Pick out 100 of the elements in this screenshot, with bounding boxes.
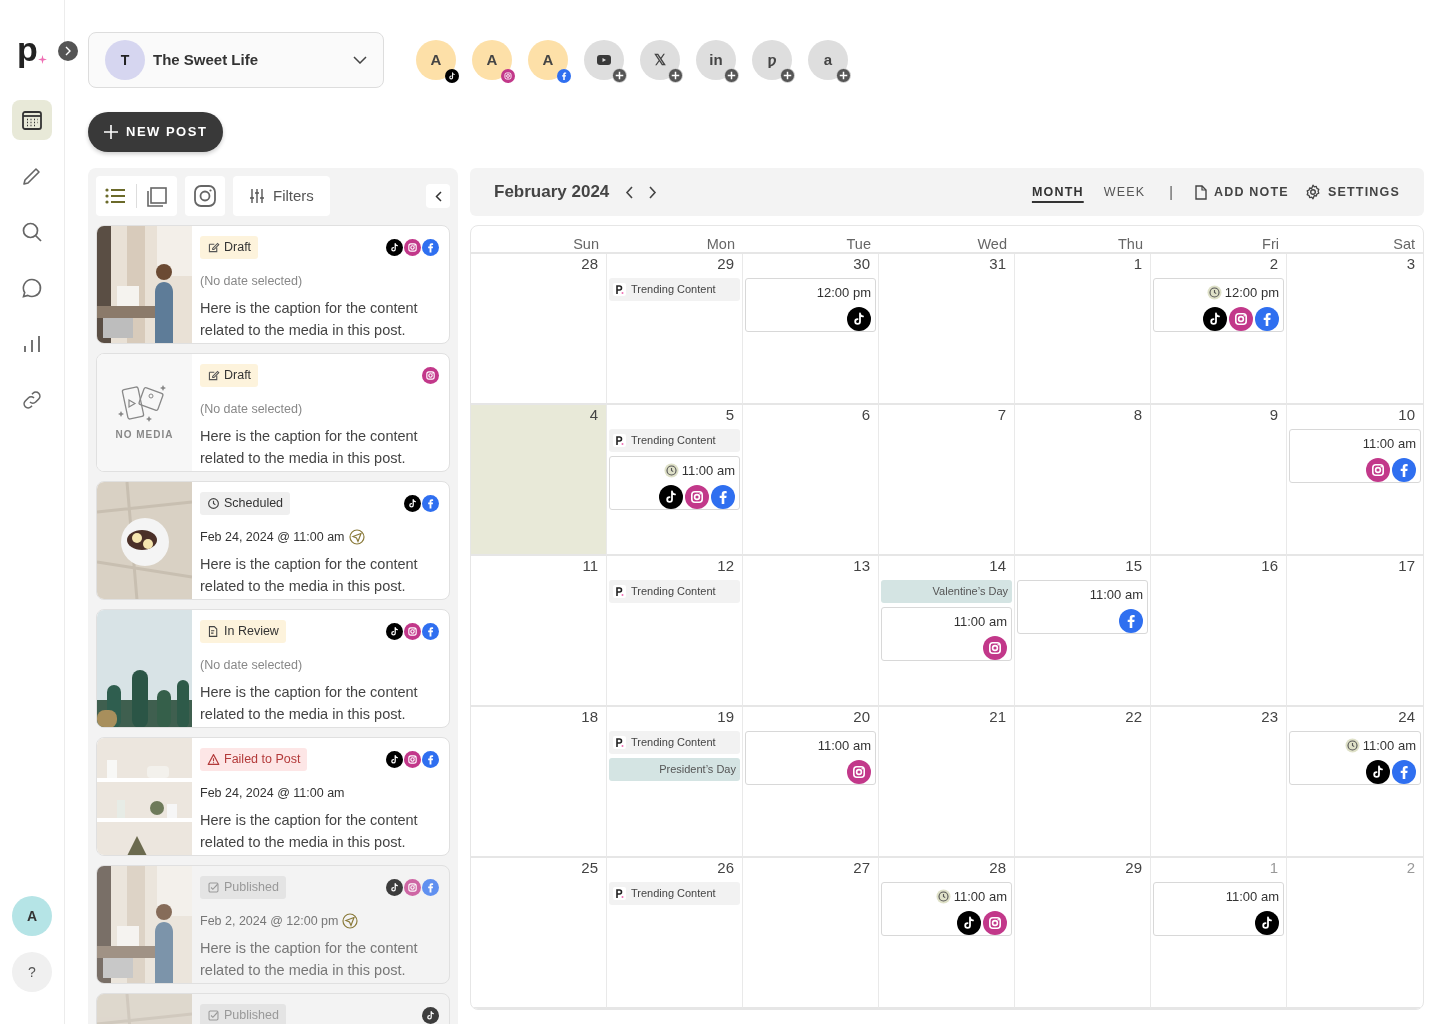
add-channel-button[interactable] [584,40,624,80]
day-cell[interactable]: 20 11:00 am [743,707,879,858]
logo-icon [613,736,626,749]
day-cell[interactable]: 11 [471,556,607,707]
holiday-event[interactable]: President’s Day [609,758,740,781]
scheduled-post[interactable]: 11:00 am [881,607,1012,661]
add-note-button[interactable]: ADD NOTE [1195,182,1289,202]
trend-event[interactable]: Trending Content [609,429,740,452]
post-caption: Here is the caption for the content related to the media in this post. [200,682,419,724]
day-cell[interactable]: 3 [1287,254,1423,405]
day-cell[interactable]: 14 Valentine’s Day 11:00 am [879,556,1015,707]
post-caption: Here is the caption for the content related to the media in this post. [200,554,419,596]
day-cell[interactable]: 2 12:00 pm [1151,254,1287,405]
add-channel-button[interactable]: a [808,40,848,80]
add-channel-button[interactable]: 𝕏 [640,40,680,80]
day-cell[interactable]: 4 [471,405,607,556]
sparkle-icon [37,55,47,64]
trend-event[interactable]: Trending Content [609,731,740,754]
post-card[interactable]: Published Feb 2, 2024 @ 12:00 pm Here is the caption for the content related to the media in this post. [96,865,450,984]
day-cell[interactable]: 5 Trending Content 11:00 am [607,405,743,556]
day-cell[interactable]: 27 [743,858,879,1009]
day-number: 2 [1269,255,1278,272]
no-media-label: NO MEDIA [115,428,174,442]
trend-event[interactable]: Trending Content [609,580,740,603]
view-toggle[interactable] [145,185,169,207]
day-cell[interactable]: 12 Trending Content [607,556,743,707]
day-cell[interactable]: 16 [1151,556,1287,707]
scheduled-post[interactable]: 11:00 am [1017,580,1148,634]
scheduled-post[interactable]: 11:00 am [1289,731,1421,785]
next-month-button[interactable] [649,185,658,199]
day-cell[interactable]: 22 [1015,707,1151,858]
facebook-icon [1255,306,1279,331]
post-card[interactable]: NO MEDIA Draft (No date selected) Here is the caption for the content related to the media in this post. [96,353,450,472]
expand-button[interactable] [58,41,78,61]
instagram-icon [404,750,421,768]
instagram-icon [193,184,217,208]
status-label: Draft [224,239,252,256]
scheduled-post[interactable]: 12:00 pm [745,278,876,332]
filters-button[interactable]: Filters [233,176,330,216]
trend-event[interactable]: Trending Content [609,278,740,301]
instagram-icon [404,878,421,896]
day-cell[interactable]: 13 [743,556,879,707]
day-cell[interactable]: 18 [471,707,607,858]
day-cell[interactable]: 23 [1151,707,1287,858]
day-cell[interactable]: 19 Trending Content President’s Day [607,707,743,858]
post-card[interactable]: Draft (No date selected) Here is the caption for the content related to the media in this post. [96,225,450,344]
day-cell[interactable]: 17 [1287,556,1423,707]
add-channel-button[interactable]: ƿ [752,40,792,80]
scheduled-post[interactable]: 11:00 am [1153,882,1284,936]
paper-plane-icon [342,913,359,930]
day-cell[interactable]: 15 11:00 am [1015,556,1151,707]
day-cell[interactable]: 8 [1015,405,1151,556]
profile-selector[interactable]: T The Sweet Life [88,32,384,88]
day-cell[interactable]: 31 [879,254,1015,405]
day-cell[interactable]: 10 11:00 am [1287,405,1423,556]
edit-icon [207,240,220,254]
day-cell[interactable]: 21 [879,707,1015,858]
day-cell[interactable]: 1 11:00 am [1151,858,1287,1009]
post-card[interactable]: In Review (No date selected) Here is the caption for the content related to the media in this post. [96,609,450,728]
day-cell[interactable]: 30 12:00 pm [743,254,879,405]
new-post-button[interactable]: NEW POST [88,112,224,152]
scheduled-post[interactable]: 12:00 pm [1153,278,1284,332]
post-card[interactable]: Failed to Post Feb 24, 2024 @ 11:00 am Here is the caption for the content related to the media in this post. [96,737,450,856]
day-cell[interactable]: 7 [879,405,1015,556]
day-cell[interactable]: 29 Trending Content [607,254,743,405]
facebook-icon [422,878,439,896]
account-avatar[interactable]: A [12,896,52,936]
scheduled-post[interactable]: 11:00 am [881,882,1012,936]
channel-avatar[interactable]: A [416,40,456,80]
scheduled-post[interactable]: 11:00 am [1289,429,1421,483]
trend-event[interactable]: Trending Content [609,882,740,905]
scheduled-post[interactable]: 11:00 am [745,731,876,785]
month-title: February 2024 [494,181,610,204]
logo-icon [613,434,626,447]
view-tab[interactable]: WEEK [1101,182,1148,202]
search-icon [20,220,44,244]
add-channel-button[interactable]: in [696,40,736,80]
help-button[interactable]: ? [12,952,52,992]
view-tab[interactable]: MONTH [1029,182,1086,202]
channel-avatar[interactable]: A [472,40,512,80]
post-card[interactable]: Scheduled Feb 24, 2024 @ 11:00 am Here is the caption for the content related to the media in this post. [96,481,450,600]
nav-button[interactable] [12,100,52,140]
instagram-filter-button[interactable] [185,176,225,216]
collapse-button[interactable] [426,184,450,208]
channel-avatar[interactable]: A [528,40,568,80]
day-cell[interactable]: 28 11:00 am [879,858,1015,1009]
day-cell[interactable]: 24 11:00 am [1287,707,1423,858]
day-cell[interactable]: 25 [471,858,607,1009]
day-cell[interactable]: 9 [1151,405,1287,556]
separator: | [1169,182,1173,202]
day-cell[interactable]: 1 [1015,254,1151,405]
day-cell[interactable]: 26 Trending Content [607,858,743,1009]
instagram-icon [983,910,1007,935]
settings-button[interactable]: SETTINGS [1304,182,1400,202]
day-cell[interactable]: 29 [1015,858,1151,1009]
day-cell[interactable]: 6 [743,405,879,556]
scheduled-post[interactable]: 11:00 am [609,456,740,510]
previous-month-button[interactable] [625,185,634,199]
holiday-event[interactable]: Valentine’s Day [881,580,1012,603]
day-number: 7 [997,406,1006,423]
